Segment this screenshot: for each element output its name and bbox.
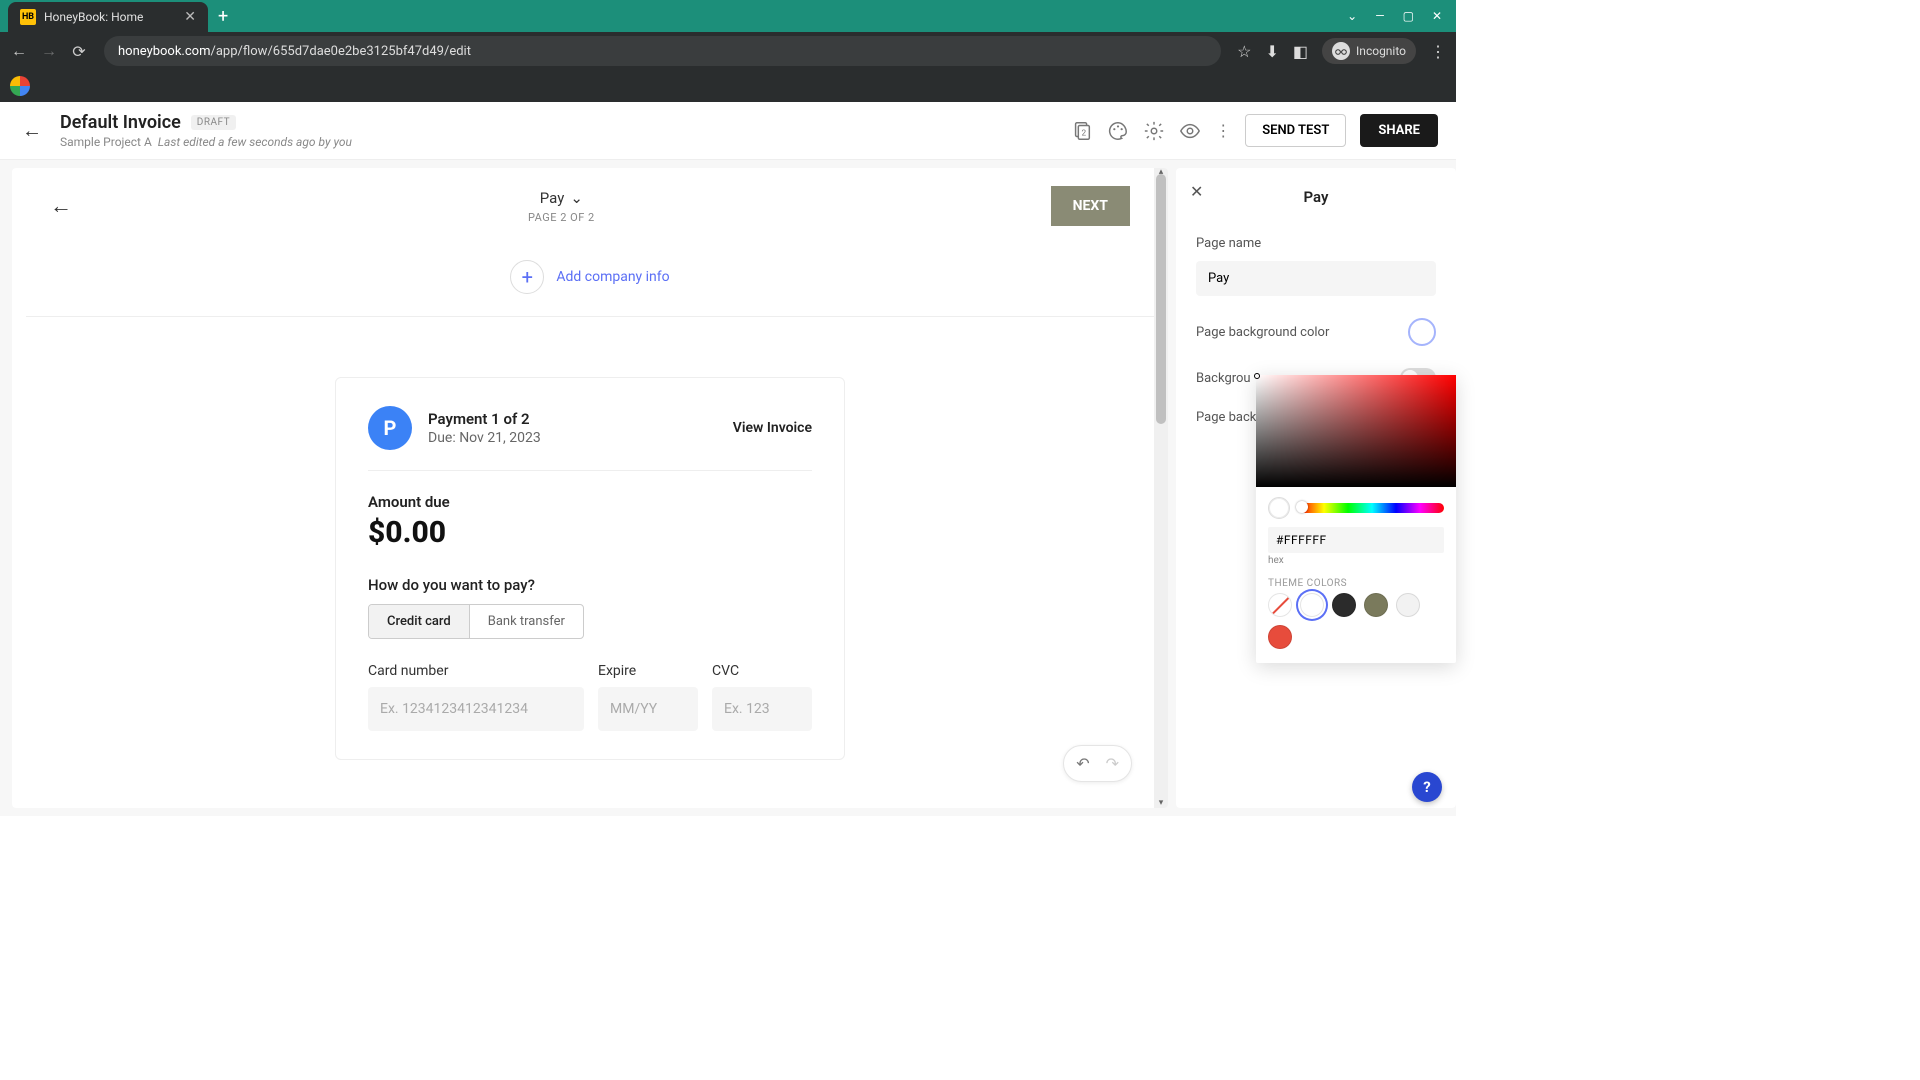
url-text: honeybook.com/app/flow/655d7dae0e2be3125… bbox=[118, 44, 471, 59]
browser-tab-strip: HB HoneyBook: Home ✕ + ⌄ — ▢ ✕ bbox=[0, 0, 1456, 32]
plus-icon[interactable]: + bbox=[510, 260, 544, 294]
draft-badge: DRAFT bbox=[191, 115, 236, 130]
canvas: ← Pay ⌄ PAGE 2 OF 2 NEXT + Add company i… bbox=[12, 168, 1168, 808]
header-titles: Default Invoice DRAFT Sample Project A L… bbox=[60, 112, 1057, 149]
bookmarks-bar bbox=[0, 70, 1456, 102]
view-invoice-link[interactable]: View Invoice bbox=[733, 420, 812, 436]
hex-input[interactable] bbox=[1268, 527, 1444, 553]
chrome-menu-icon[interactable]: ⋮ bbox=[1430, 42, 1446, 61]
step-dropdown[interactable]: Pay ⌄ bbox=[540, 189, 583, 207]
page-name-label: Page name bbox=[1196, 236, 1436, 251]
canvas-back-button[interactable]: ← bbox=[50, 193, 72, 219]
payment-title: Payment 1 of 2 bbox=[428, 410, 717, 428]
side-panel-icon[interactable]: ◧ bbox=[1293, 42, 1308, 61]
next-button[interactable]: NEXT bbox=[1051, 186, 1130, 226]
expire-input[interactable] bbox=[598, 687, 698, 731]
undo-redo-toolbar: ↶ ↷ bbox=[1063, 745, 1132, 782]
pay-method-label: How do you want to pay? bbox=[368, 576, 812, 594]
color-picker-popover: hex THEME COLORS bbox=[1256, 375, 1456, 663]
browser-tab[interactable]: HB HoneyBook: Home ✕ bbox=[8, 2, 208, 32]
theme-colors-label: THEME COLORS bbox=[1256, 572, 1456, 593]
hue-handle[interactable] bbox=[1296, 501, 1308, 513]
current-color-swatch bbox=[1268, 497, 1290, 519]
pay-method-toggle: Credit card Bank transfer bbox=[368, 604, 584, 639]
bg-color-swatch[interactable] bbox=[1408, 318, 1436, 346]
send-test-button[interactable]: SEND TEST bbox=[1245, 114, 1346, 147]
swatch-olive[interactable] bbox=[1364, 593, 1388, 617]
page-counter: PAGE 2 OF 2 bbox=[72, 211, 1051, 224]
hex-label: hex bbox=[1268, 555, 1444, 566]
card-number-input[interactable] bbox=[368, 687, 584, 731]
page-back-label: Page back bbox=[1196, 410, 1256, 425]
redo-button[interactable]: ↷ bbox=[1106, 754, 1119, 773]
pages-icon[interactable]: 2 bbox=[1071, 120, 1093, 142]
forward-icon[interactable]: → bbox=[40, 41, 58, 61]
saturation-handle[interactable] bbox=[1254, 373, 1260, 379]
pay-option-credit[interactable]: Credit card bbox=[369, 605, 470, 638]
theme-swatches bbox=[1256, 593, 1456, 663]
favicon: HB bbox=[20, 9, 36, 25]
add-company-row[interactable]: + Add company info bbox=[26, 238, 1154, 317]
color-saturation-field[interactable] bbox=[1256, 375, 1456, 487]
payment-due: Due: Nov 21, 2023 bbox=[428, 430, 717, 446]
swatch-light[interactable] bbox=[1396, 593, 1420, 617]
swatch-white[interactable] bbox=[1300, 593, 1324, 617]
minimize-icon[interactable]: — bbox=[1375, 9, 1384, 23]
amount-label: Amount due bbox=[368, 493, 812, 511]
back-button[interactable]: ← bbox=[18, 114, 46, 147]
bookmark-star-icon[interactable]: ☆ bbox=[1237, 42, 1251, 61]
close-tab-icon[interactable]: ✕ bbox=[184, 9, 196, 25]
app-header: ← Default Invoice DRAFT Sample Project A… bbox=[0, 102, 1456, 160]
close-sidebar-icon[interactable]: ✕ bbox=[1190, 182, 1203, 201]
window-controls: ⌄ — ▢ ✕ bbox=[1347, 9, 1448, 23]
page-name-input[interactable] bbox=[1196, 261, 1436, 296]
svg-text:2: 2 bbox=[1082, 128, 1087, 138]
bg-image-label: Backgrou bbox=[1196, 371, 1251, 386]
new-tab-button[interactable]: + bbox=[218, 6, 228, 27]
reload-icon[interactable]: ⟳ bbox=[70, 42, 88, 61]
chevron-down-icon: ⌄ bbox=[570, 189, 583, 207]
header-subtitle: Sample Project A Last edited a few secon… bbox=[60, 135, 1057, 149]
preview-icon[interactable] bbox=[1179, 120, 1201, 142]
incognito-badge[interactable]: Incognito bbox=[1322, 38, 1416, 64]
settings-icon[interactable] bbox=[1143, 120, 1165, 142]
sidebar-title: Pay bbox=[1196, 188, 1436, 206]
undo-button[interactable]: ↶ bbox=[1076, 754, 1089, 773]
close-window-icon[interactable]: ✕ bbox=[1432, 9, 1442, 23]
share-button[interactable]: SHARE bbox=[1360, 114, 1438, 147]
swatch-dark[interactable] bbox=[1332, 593, 1356, 617]
cvc-label: CVC bbox=[712, 663, 812, 679]
swatch-red[interactable] bbox=[1268, 625, 1292, 649]
tab-title: HoneyBook: Home bbox=[44, 10, 176, 24]
canvas-page-nav: ← Pay ⌄ PAGE 2 OF 2 NEXT bbox=[26, 168, 1154, 226]
page-title: Default Invoice bbox=[60, 112, 181, 133]
amount-value: $0.00 bbox=[368, 515, 812, 550]
pay-option-bank[interactable]: Bank transfer bbox=[470, 605, 583, 638]
hue-slider[interactable] bbox=[1300, 503, 1444, 513]
expire-label: Expire bbox=[598, 663, 698, 679]
bg-color-label: Page background color bbox=[1196, 325, 1329, 340]
swatch-none[interactable] bbox=[1268, 593, 1292, 617]
back-icon[interactable]: ← bbox=[10, 41, 28, 61]
help-button[interactable]: ? bbox=[1412, 772, 1442, 802]
add-company-label: Add company info bbox=[556, 269, 669, 285]
scroll-down-icon[interactable]: ▾ bbox=[1154, 798, 1168, 808]
workspace: ← Pay ⌄ PAGE 2 OF 2 NEXT + Add company i… bbox=[0, 160, 1456, 816]
payment-card: P Payment 1 of 2 Due: Nov 21, 2023 View … bbox=[335, 377, 845, 760]
incognito-icon bbox=[1332, 42, 1350, 60]
tabs-dropdown-icon[interactable]: ⌄ bbox=[1347, 9, 1357, 23]
download-icon[interactable]: ⬇ bbox=[1266, 42, 1279, 61]
theme-icon[interactable] bbox=[1107, 120, 1129, 142]
maximize-icon[interactable]: ▢ bbox=[1403, 9, 1414, 23]
scroll-thumb[interactable] bbox=[1156, 174, 1166, 424]
address-bar[interactable]: honeybook.com/app/flow/655d7dae0e2be3125… bbox=[104, 36, 1221, 66]
bookmark-chrome-icon[interactable] bbox=[10, 76, 30, 96]
more-menu-icon[interactable]: ⋮ bbox=[1215, 121, 1231, 140]
browser-toolbar: ← → ⟳ honeybook.com/app/flow/655d7dae0e2… bbox=[0, 32, 1456, 70]
scrollbar[interactable]: ▴ ▾ bbox=[1154, 168, 1168, 808]
payment-avatar: P bbox=[368, 406, 412, 450]
card-number-label: Card number bbox=[368, 663, 584, 679]
cvc-input[interactable] bbox=[712, 687, 812, 731]
